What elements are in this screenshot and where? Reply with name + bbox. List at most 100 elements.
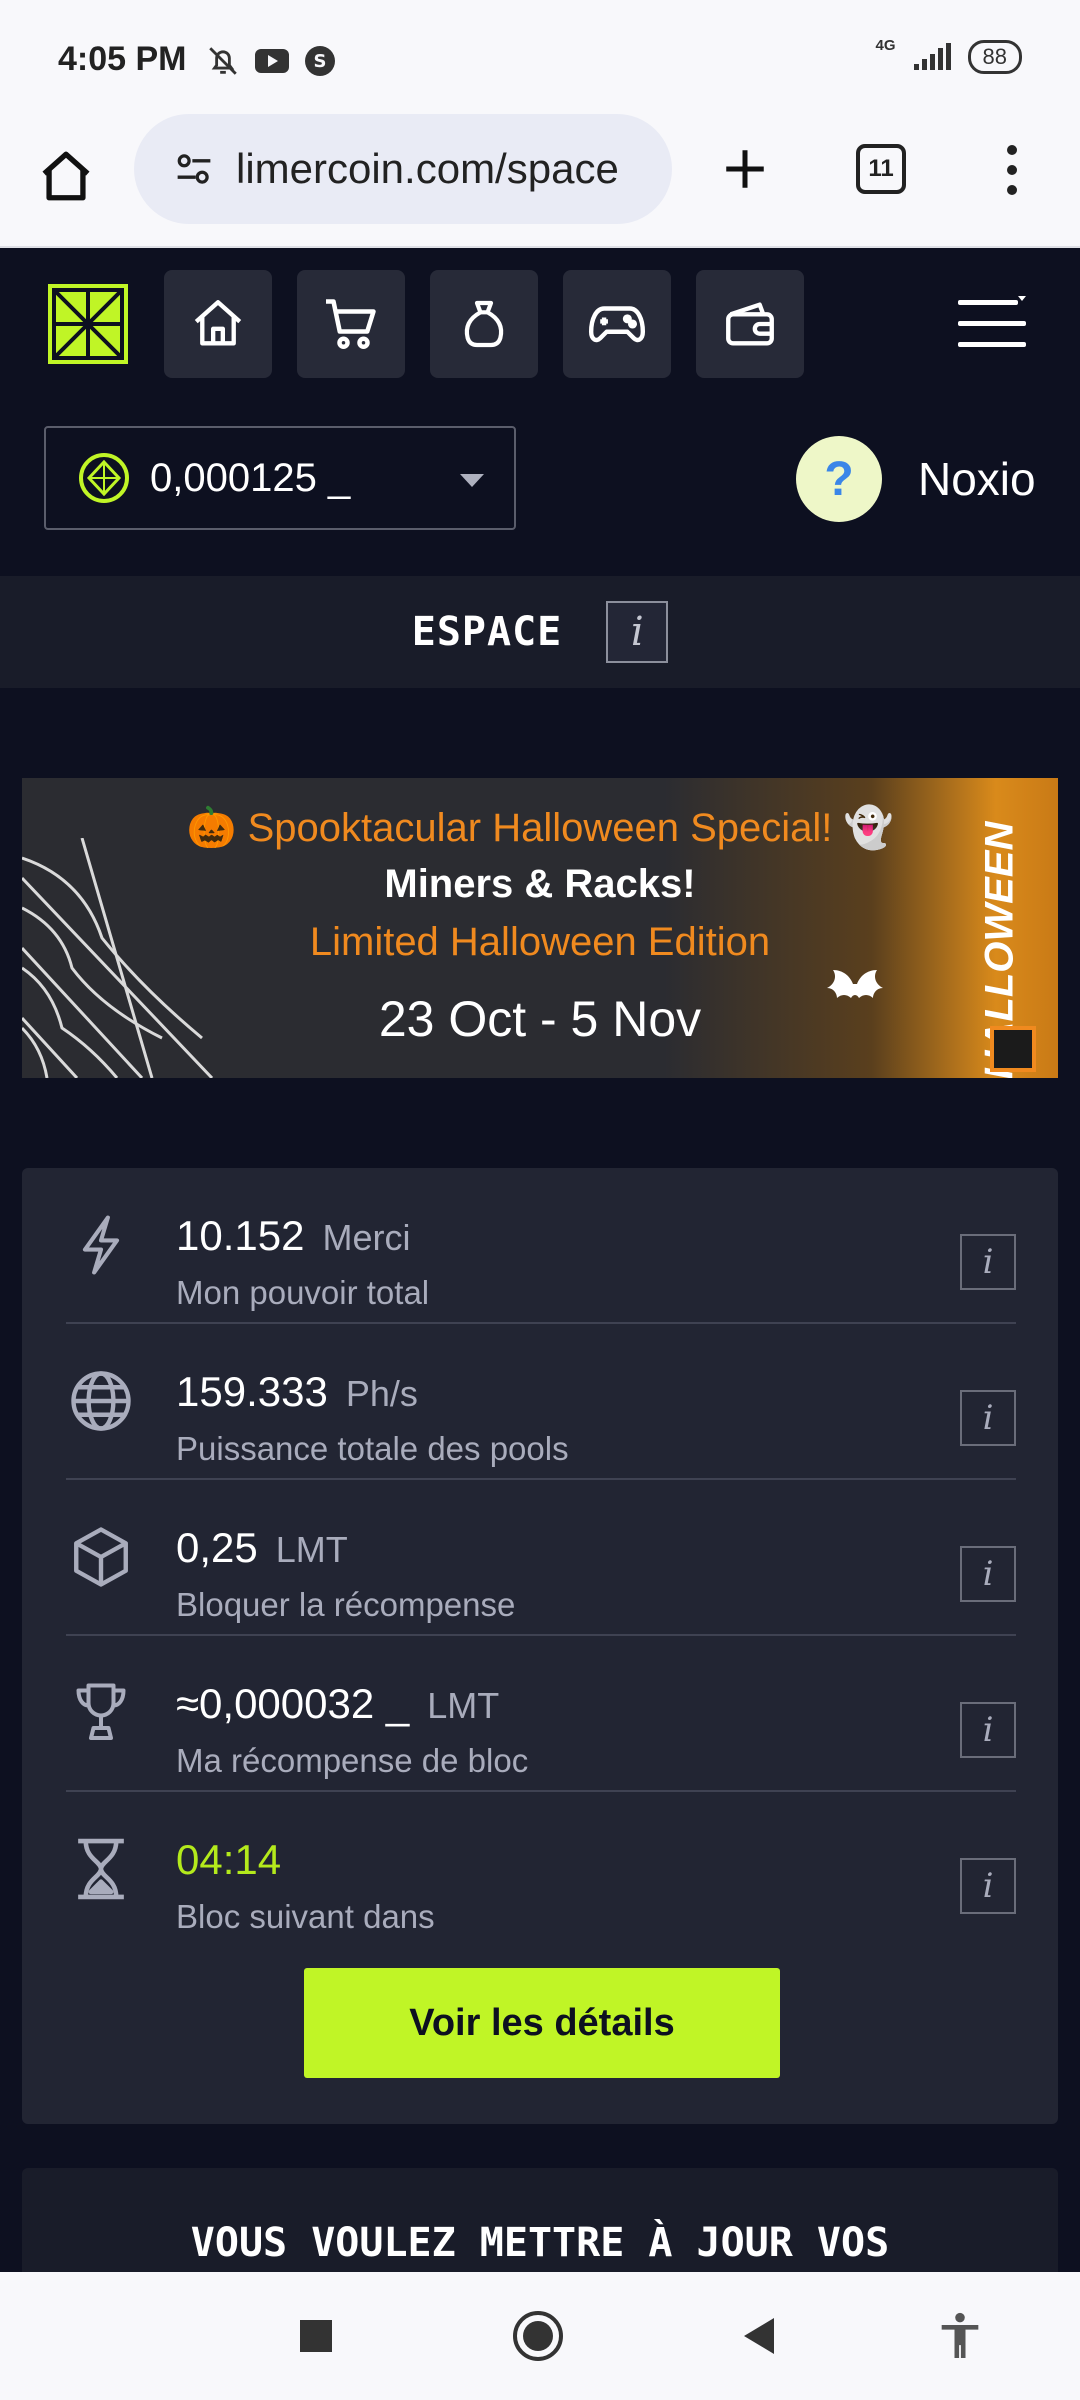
- hamburger-icon: [958, 296, 1026, 347]
- menu-dot: [1007, 145, 1017, 155]
- nav-shop-button[interactable]: [297, 270, 405, 378]
- bat-icon: [827, 970, 883, 998]
- stat-row-my-reward: ≈0,000032 _ LMT Ma récompense de bloc i: [66, 1636, 1016, 1792]
- upgrade-title: VOUS VOULEZ METTRE À JOUR VOS: [190, 2220, 890, 2266]
- balance-value: 0,000125 _: [150, 455, 351, 500]
- halloween-banner[interactable]: 🎃 Spooktacular Halloween Special! 👻 Mine…: [22, 778, 1058, 1078]
- nav-home-button[interactable]: [164, 270, 272, 378]
- chevron-down-icon: [460, 474, 484, 487]
- bell-off-icon: [209, 47, 237, 75]
- stat-label: Bloc suivant dans: [176, 1898, 435, 1935]
- banner-subtitle: Miners & Racks!: [384, 862, 696, 906]
- logo-mark-icon: [52, 288, 124, 360]
- signal-icon: [913, 43, 951, 70]
- title-info-button[interactable]: i: [606, 601, 669, 663]
- stat-info-button[interactable]: i: [960, 1858, 1016, 1914]
- svg-text:S: S: [314, 51, 327, 72]
- site-logo[interactable]: [44, 280, 132, 368]
- gamepad-icon: [588, 306, 646, 343]
- banner-headline: 🎃 Spooktacular Halloween Special! 👻: [186, 806, 894, 850]
- stat-unit: Merci: [322, 1217, 411, 1258]
- avatar[interactable]: ?: [796, 436, 882, 522]
- info-icon: i: [982, 1554, 994, 1594]
- address-bar[interactable]: limercoin.com/space: [134, 114, 672, 224]
- status-right: 4G 88: [875, 36, 1022, 74]
- stat-value: 10.152 Merci: [176, 1212, 411, 1259]
- nav-games-button[interactable]: [563, 270, 671, 378]
- home-icon: [42, 151, 90, 201]
- back-button[interactable]: [730, 2306, 790, 2366]
- info-icon: i: [982, 1398, 994, 1438]
- status-bar: 4:05 PM S 4G 88: [0, 0, 1080, 120]
- circle-icon: [513, 2311, 563, 2361]
- recents-button[interactable]: [286, 2306, 346, 2366]
- home-icon: [194, 300, 242, 346]
- nav-wallet-button[interactable]: [696, 270, 804, 378]
- hourglass-icon: [66, 1834, 136, 1904]
- site-header: 0,000125 _ ? Noxio: [0, 250, 1080, 576]
- upgrade-card: VOUS VOULEZ METTRE À JOUR VOS: [22, 2168, 1058, 2272]
- stat-label: Ma récompense de bloc: [176, 1742, 529, 1779]
- stat-value: ≈0,000032 _ LMT: [176, 1680, 500, 1727]
- info-icon: i: [630, 609, 644, 655]
- trophy-icon: [66, 1678, 136, 1748]
- site-settings-icon[interactable]: [174, 151, 214, 187]
- username[interactable]: Noxio: [918, 452, 1036, 506]
- stats-card: 10.152 Merci Mon pouvoir total i 159.333 P…: [22, 1168, 1058, 2124]
- wallet-icon: [726, 302, 774, 346]
- s-app-icon: S: [305, 46, 335, 76]
- stat-info-button[interactable]: i: [960, 1390, 1016, 1446]
- youtube-icon: [255, 49, 289, 73]
- balance-dropdown[interactable]: 0,000125 _: [44, 426, 516, 530]
- stat-info-button[interactable]: i: [960, 1702, 1016, 1758]
- stat-label: Puissance totale des pools: [176, 1430, 569, 1467]
- menu-dot: [1007, 185, 1017, 195]
- stat-row-block-reward: 0,25 LMT Bloquer la récompense i: [66, 1480, 1016, 1636]
- user-profile[interactable]: ? Noxio: [796, 436, 1036, 522]
- banner-edition: Limited Halloween Edition: [309, 920, 771, 964]
- browser-home-button[interactable]: [28, 138, 104, 214]
- square-icon: [300, 2320, 332, 2352]
- page-title-bar: ESPACE i: [0, 576, 1080, 688]
- home-nav-button[interactable]: [508, 2306, 568, 2366]
- info-icon: i: [982, 1242, 994, 1282]
- accessibility-icon: [941, 2312, 979, 2358]
- status-time: 4:05 PM: [58, 40, 187, 78]
- system-nav-bar: [0, 2272, 1080, 2400]
- triangle-back-icon: [744, 2318, 774, 2354]
- battery-indicator: 88: [967, 40, 1022, 74]
- url-text[interactable]: limercoin.com/space: [236, 145, 619, 193]
- banner-dates: 23 Oct - 5 Nov: [378, 991, 702, 1047]
- stat-unit: LMT: [275, 1529, 348, 1570]
- browser-toolbar: limercoin.com/space 11: [0, 108, 1080, 248]
- stat-unit: LMT: [427, 1685, 500, 1726]
- stat-info-button[interactable]: i: [960, 1546, 1016, 1602]
- coin-icon: [79, 453, 129, 503]
- info-icon: i: [982, 1866, 994, 1906]
- stat-value: 04:14: [176, 1836, 282, 1883]
- lightning-icon: [66, 1210, 136, 1280]
- stat-row-next-block: 04:14 Bloc suivant dans i: [66, 1792, 1016, 1948]
- network-label: 4G: [875, 36, 896, 54]
- view-details-button[interactable]: Voir les détails: [304, 1968, 780, 2078]
- new-tab-button[interactable]: [710, 134, 780, 204]
- stat-info-button[interactable]: i: [960, 1234, 1016, 1290]
- banner-logo-icon: [990, 1026, 1036, 1072]
- globe-icon: [66, 1366, 136, 1436]
- accessibility-button[interactable]: [930, 2306, 990, 2366]
- info-icon: i: [982, 1710, 994, 1750]
- tab-switcher-button[interactable]: 11: [856, 144, 906, 194]
- site-menu-button[interactable]: [956, 294, 1028, 354]
- stat-row-pool-power: 159.333 Ph/s Puissance totale des pools i: [66, 1324, 1016, 1480]
- status-app-icons: S: [206, 44, 336, 78]
- stat-unit: Ph/s: [345, 1373, 418, 1414]
- page-title: ESPACE: [411, 609, 563, 655]
- stat-value: 159.333 Ph/s: [176, 1368, 418, 1415]
- stat-label: Bloquer la récompense: [176, 1586, 516, 1623]
- avatar-glyph: ?: [824, 452, 854, 506]
- browser-menu-button[interactable]: [990, 130, 1034, 210]
- cart-icon: [326, 299, 376, 349]
- nav-bag-button[interactable]: [430, 270, 538, 378]
- stat-row-total-power: 10.152 Merci Mon pouvoir total i: [66, 1168, 1016, 1324]
- bag-icon: [464, 300, 504, 348]
